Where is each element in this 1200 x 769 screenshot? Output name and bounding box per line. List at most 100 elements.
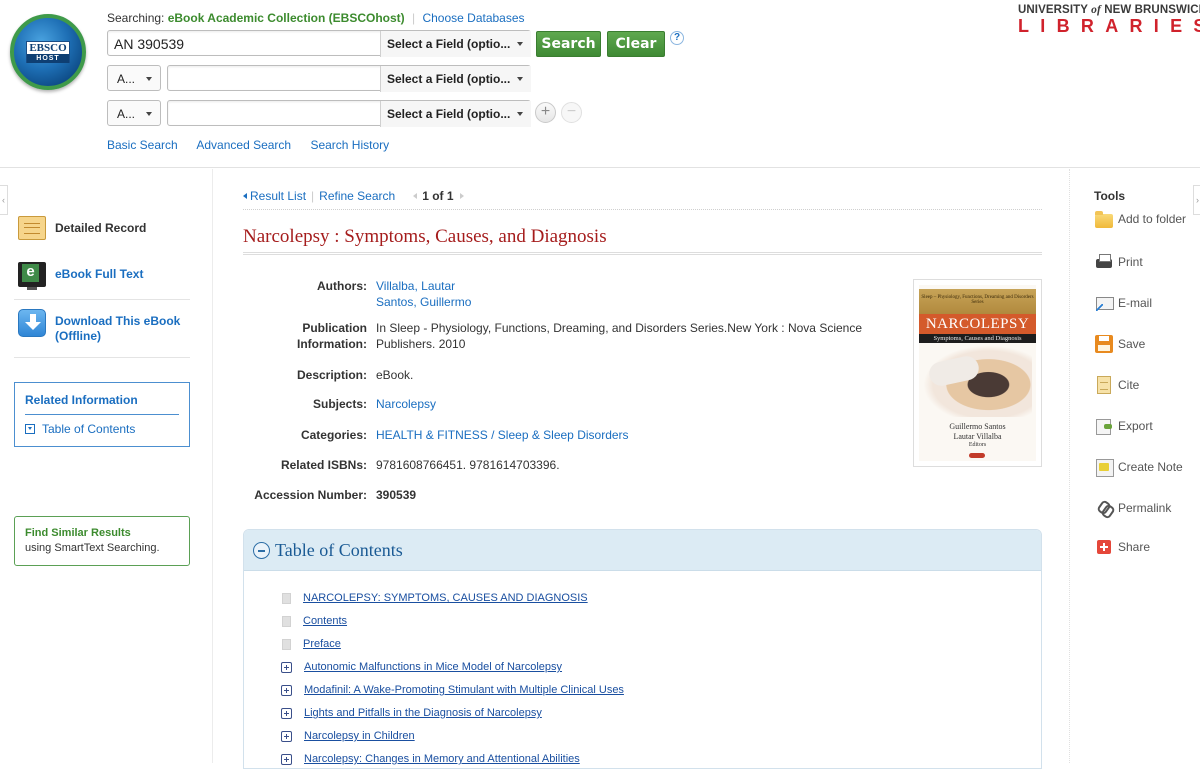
collapse-icon[interactable] bbox=[253, 542, 270, 559]
expand-icon[interactable] bbox=[281, 707, 292, 719]
institution-libraries: LIBRARIES bbox=[1018, 16, 1200, 36]
search-input-1[interactable]: AN 390539 Select a Field (optio... bbox=[107, 30, 531, 57]
advanced-search-link[interactable]: Advanced Search bbox=[196, 138, 291, 152]
result-navigation: Result List | Refine Search 1 of 1 bbox=[243, 189, 464, 203]
field-label: Related ISBNs: bbox=[280, 458, 367, 472]
next-record-button[interactable] bbox=[459, 193, 464, 199]
toc-item[interactable]: Contents bbox=[282, 615, 347, 627]
book-cover-image[interactable]: Sleep – Physiology, Functions, Dreaming … bbox=[913, 279, 1042, 467]
tool-label: Save bbox=[1118, 337, 1146, 351]
toc-item[interactable]: NARCOLEPSY: SYMPTOMS, CAUSES AND DIAGNOS… bbox=[282, 592, 588, 604]
print-icon bbox=[1095, 253, 1113, 271]
table-of-contents-link[interactable]: Table of Contents bbox=[25, 422, 135, 436]
chevron-down-icon bbox=[517, 77, 523, 81]
tool-save[interactable]: Save bbox=[1095, 335, 1145, 353]
clear-button[interactable]: Clear bbox=[607, 31, 665, 57]
tool-email[interactable]: E-mail bbox=[1095, 294, 1152, 312]
collapse-left-panel-button[interactable]: ‹ bbox=[0, 185, 8, 215]
toc-item[interactable]: Preface bbox=[282, 638, 341, 650]
expand-icon[interactable] bbox=[281, 730, 292, 742]
toc-header[interactable]: Table of Contents bbox=[244, 530, 1041, 571]
field-select-1[interactable]: Select a Field (optio... bbox=[380, 31, 531, 57]
field-label: Subjects: bbox=[312, 397, 367, 411]
tool-cite[interactable]: Cite bbox=[1095, 376, 1139, 394]
find-similar-title: Find Similar Results bbox=[25, 527, 131, 539]
permalink-icon bbox=[1095, 499, 1113, 517]
cover-series: Sleep – Physiology, Functions, Dreaming … bbox=[919, 289, 1036, 314]
institution-logo[interactable]: UNIVERSITY of NEW BRUNSWICK LIBRARIES bbox=[1018, 4, 1200, 37]
ebscohost-logo[interactable]: EBSCO HOST bbox=[10, 14, 86, 90]
tool-permalink[interactable]: Permalink bbox=[1095, 499, 1171, 517]
find-similar-results-box[interactable]: Find Similar Results using SmartText Sea… bbox=[14, 516, 190, 566]
expand-icon[interactable] bbox=[281, 684, 292, 696]
tool-share[interactable]: Share bbox=[1095, 540, 1150, 554]
search-history-link[interactable]: Search History bbox=[310, 138, 389, 152]
jump-to-icon bbox=[25, 424, 35, 434]
field-value: eBook. bbox=[376, 368, 414, 382]
choose-databases-link[interactable]: Choose Databases bbox=[422, 11, 524, 25]
boolean-select-2[interactable]: A... bbox=[107, 65, 161, 91]
toc-item-link[interactable]: Autonomic Malfunctions in Mice Model of … bbox=[304, 661, 562, 673]
add-row-button[interactable]: + bbox=[535, 102, 556, 123]
search-row-1: AN 390539 Select a Field (optio... Searc… bbox=[107, 30, 684, 57]
toc-item-link[interactable]: Narcolepsy: Changes in Memory and Attent… bbox=[304, 753, 580, 765]
previous-record-button[interactable] bbox=[413, 193, 418, 199]
subject-link[interactable]: Narcolepsy bbox=[376, 396, 436, 412]
toc-item-link[interactable]: Lights and Pitfalls in the Diagnosis of … bbox=[304, 707, 542, 719]
remove-row-button[interactable]: − bbox=[561, 102, 582, 123]
toc-item-link[interactable]: Preface bbox=[303, 638, 341, 650]
basic-search-link[interactable]: Basic Search bbox=[107, 138, 178, 152]
refine-search-link[interactable]: Refine Search bbox=[319, 189, 395, 203]
download-ebook-link[interactable]: Download This eBook (Offline) bbox=[18, 309, 185, 344]
toc-item[interactable]: Modafinil: A Wake-Promoting Stimulant wi… bbox=[281, 684, 624, 696]
cover-art: Sleep – Physiology, Functions, Dreaming … bbox=[919, 285, 1036, 461]
author-link[interactable]: Santos, Guillermo bbox=[376, 294, 471, 310]
ebook-full-text-link[interactable]: eBook Full Text bbox=[18, 262, 143, 290]
tool-export[interactable]: Export bbox=[1095, 417, 1153, 435]
toc-item-link[interactable]: NARCOLEPSY: SYMPTOMS, CAUSES AND DIAGNOS… bbox=[303, 592, 588, 604]
toc-item-link[interactable]: Contents bbox=[303, 615, 347, 627]
toc-item[interactable]: Lights and Pitfalls in the Diagnosis of … bbox=[281, 707, 542, 719]
expand-icon[interactable] bbox=[281, 661, 292, 673]
detailed-record-link[interactable]: Detailed Record bbox=[18, 216, 146, 240]
tools-title: Tools bbox=[1094, 189, 1126, 203]
toc-item[interactable]: Autonomic Malfunctions in Mice Model of … bbox=[281, 661, 562, 673]
help-icon[interactable]: ? bbox=[670, 31, 684, 45]
category-link[interactable]: HEALTH & FITNESS / Sleep & Sleep Disorde… bbox=[376, 427, 629, 443]
field-value-line: Publishers. 2010 bbox=[376, 337, 466, 351]
tool-print[interactable]: Print bbox=[1095, 253, 1143, 271]
tool-label: Share bbox=[1118, 540, 1151, 554]
collapse-right-panel-button[interactable]: › bbox=[1193, 185, 1200, 215]
export-icon bbox=[1095, 417, 1113, 435]
search-input-2[interactable]: Select a Field (optio... bbox=[167, 65, 531, 92]
tool-label: Permalink bbox=[1118, 501, 1172, 515]
field-select-2[interactable]: Select a Field (optio... bbox=[380, 66, 531, 92]
field-label: Categories: bbox=[300, 428, 367, 442]
ebsco-logo-badge: EBSCO HOST bbox=[26, 41, 70, 63]
share-icon bbox=[1097, 540, 1111, 554]
tool-add-to-folder[interactable]: Add to folder bbox=[1095, 211, 1186, 228]
field-select-3[interactable]: Select a Field (optio... bbox=[380, 101, 531, 127]
field-value-line: In Sleep - Physiology, Functions, Dreami… bbox=[376, 321, 863, 335]
search-input-3[interactable]: Select a Field (optio... bbox=[167, 100, 531, 127]
toc-item[interactable]: Narcolepsy: Changes in Memory and Attent… bbox=[281, 753, 580, 765]
search-button[interactable]: Search bbox=[536, 31, 601, 57]
separator: | bbox=[311, 189, 315, 203]
field-value: In Sleep - Physiology, Functions, Dreami… bbox=[367, 320, 862, 352]
author-link[interactable]: Villalba, Lautar bbox=[376, 278, 471, 294]
toc-item[interactable]: Narcolepsy in Children bbox=[281, 730, 415, 742]
institution-word: UNIVERSITY bbox=[1018, 4, 1088, 16]
field-label: Authors: bbox=[317, 279, 367, 293]
result-list-link[interactable]: Result List bbox=[250, 189, 306, 203]
toc-item-link[interactable]: Narcolepsy in Children bbox=[304, 730, 415, 742]
boolean-select-3[interactable]: A... bbox=[107, 100, 161, 126]
tool-label: Create Note bbox=[1118, 460, 1183, 474]
save-icon bbox=[1095, 335, 1113, 353]
ebook-full-text-icon bbox=[18, 262, 46, 290]
separator: | bbox=[412, 11, 416, 25]
document-icon bbox=[282, 615, 291, 627]
toc-item-link[interactable]: Modafinil: A Wake-Promoting Stimulant wi… bbox=[304, 684, 624, 696]
field-label: Description: bbox=[296, 368, 367, 382]
tool-create-note[interactable]: Create Note bbox=[1095, 458, 1183, 477]
toc-title: Table of Contents bbox=[275, 540, 403, 560]
